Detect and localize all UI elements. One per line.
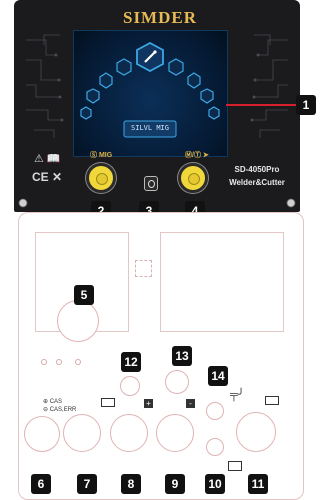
indicator-dot [41,359,47,365]
torch-switch-socket[interactable] [206,402,224,420]
mode-select-button[interactable] [144,176,158,191]
callout-6: 6 [31,474,51,494]
callout-7: 7 [77,474,97,494]
right-cover-panel [160,232,284,332]
warning-icons: ⚠ 📖 [34,153,61,165]
aux-socket[interactable] [206,438,224,456]
callout-5: 5 [74,285,94,305]
wire-spool-opening [57,300,99,342]
left-adjust-knob[interactable] [86,163,116,193]
gas-inlet-socket[interactable] [24,416,60,452]
callout-line [226,104,296,106]
cable-icon [101,398,115,407]
model-number: SD-4050Pro [234,165,280,174]
small-vent [135,260,152,277]
indicator-dot [56,359,62,365]
torch-icon: ╤╯ [230,389,245,401]
knob-left-label: Ⓢ MIG [90,152,113,159]
right-adjust-knob[interactable] [178,163,208,193]
callout-8: 8 [121,474,141,494]
callout-11: 11 [248,474,268,494]
torch-euro-connector[interactable] [236,412,276,452]
control-cable-socket[interactable] [165,370,189,394]
gas-err-label: ⊖ CAS,ERR [43,407,77,413]
plug-icon [228,461,242,471]
callout-14: 14 [208,366,228,386]
positive-output-socket[interactable] [110,414,148,452]
screw-icon [286,198,296,208]
screw-icon [18,198,28,208]
negative-output-socket[interactable] [156,414,194,452]
mode-wheel-graphic [80,41,220,138]
plus-icon: + [144,399,153,408]
knob-right-label: Ⓜ/Ⓣ ➤ [185,152,209,159]
model-subtitle: Welder&Cutter [229,178,285,187]
callout-13: 13 [172,346,192,366]
screen-mode-text: SILVL MIG [131,124,169,132]
minus-icon: - [186,399,195,408]
display-screen: SILVL MIG [73,30,228,157]
spool-gun-icon [265,396,279,405]
polarity-cable-socket[interactable] [63,414,101,452]
callout-10: 10 [205,474,225,494]
brand-logo: SIMDER [122,8,197,27]
indicator-dot [75,359,81,365]
gas-in-label: ⊕ CAS [43,399,63,405]
callout-12: 12 [121,352,141,372]
callout-1: 1 [296,95,316,115]
ce-mark-icon: CE ✕ [32,170,63,184]
gas-outlet-socket[interactable] [120,376,140,396]
callout-9: 9 [165,474,185,494]
